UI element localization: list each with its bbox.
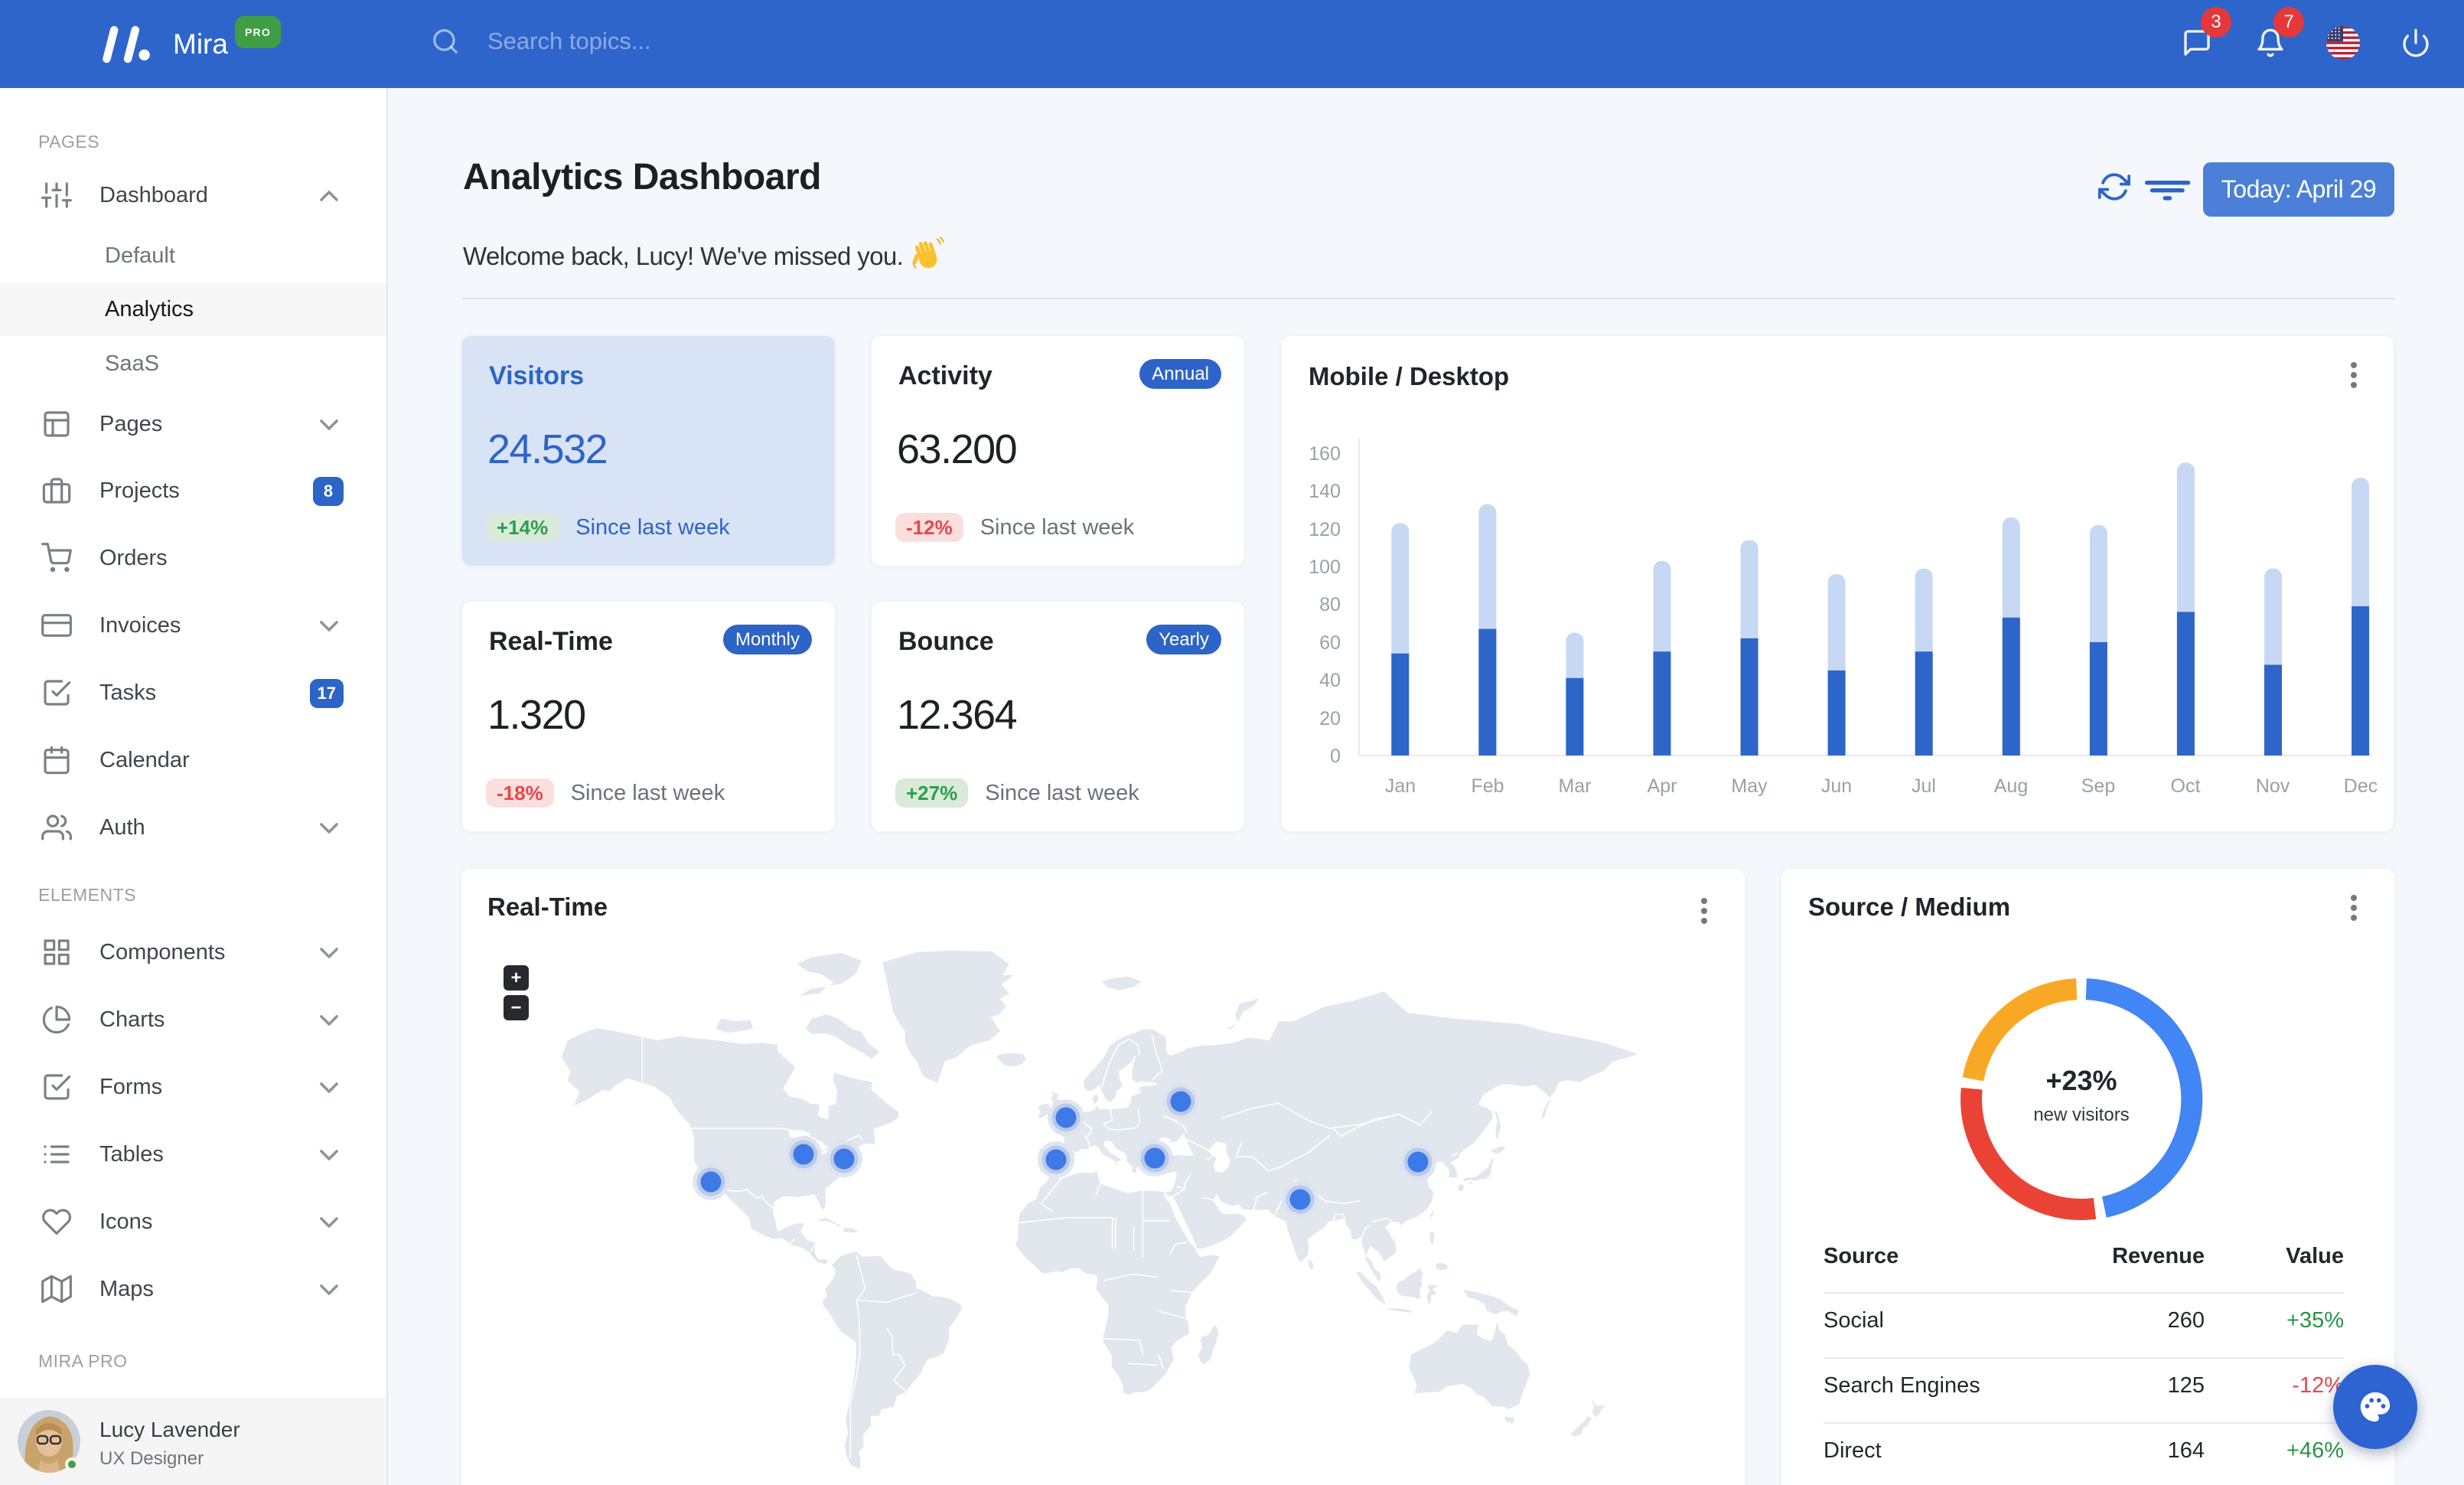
- svg-text:60: 60: [1319, 632, 1341, 654]
- svg-text:Sep: Sep: [2081, 775, 2115, 797]
- svg-text:Feb: Feb: [1471, 775, 1504, 797]
- svg-text:40: 40: [1319, 670, 1341, 691]
- svg-text:Aug: Aug: [1994, 775, 2028, 797]
- svg-text:Apr: Apr: [1648, 775, 1677, 797]
- svg-text:May: May: [1731, 775, 1768, 797]
- svg-text:80: 80: [1319, 594, 1341, 615]
- svg-text:100: 100: [1309, 556, 1341, 578]
- svg-text:Jul: Jul: [1912, 775, 1936, 797]
- svg-text:Mar: Mar: [1558, 775, 1591, 797]
- svg-text:20: 20: [1319, 708, 1341, 729]
- svg-text:Oct: Oct: [2171, 775, 2201, 797]
- svg-text:140: 140: [1309, 481, 1341, 502]
- svg-text:0: 0: [1330, 746, 1341, 767]
- svg-text:Nov: Nov: [2256, 775, 2290, 797]
- svg-text:120: 120: [1309, 519, 1341, 540]
- svg-text:160: 160: [1309, 443, 1341, 465]
- svg-text:Jan: Jan: [1385, 775, 1416, 797]
- svg-text:Jun: Jun: [1821, 775, 1852, 797]
- svg-text:Dec: Dec: [2344, 775, 2378, 797]
